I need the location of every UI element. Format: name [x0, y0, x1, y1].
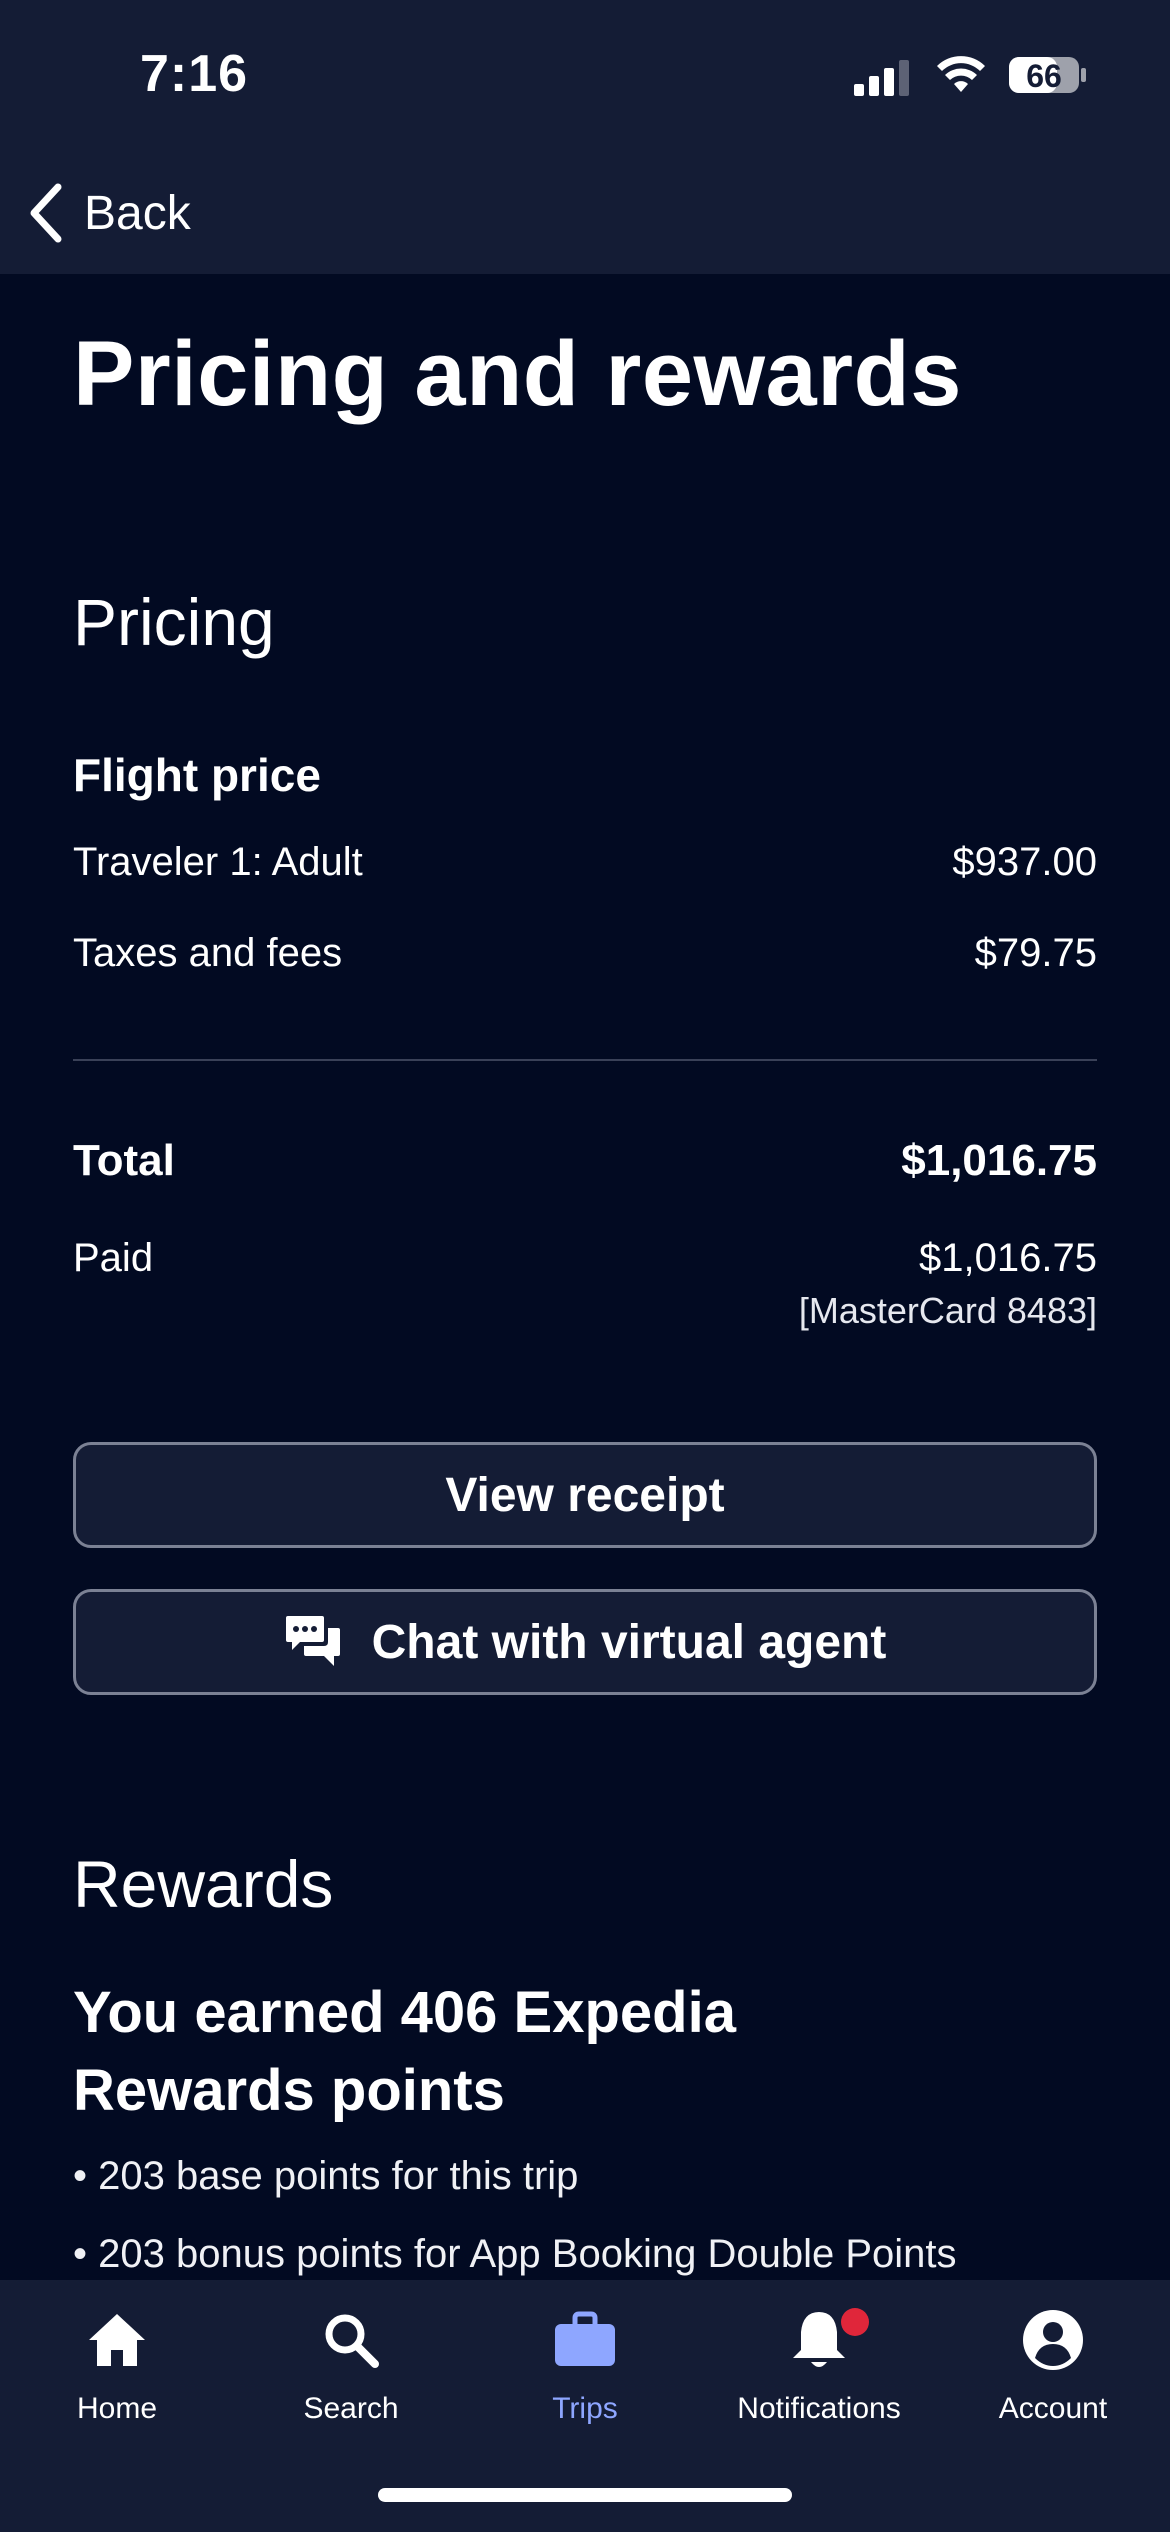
- notification-badge: [841, 2308, 869, 2336]
- wifi-icon: [937, 56, 985, 92]
- rewards-headline-line: Rewards points: [73, 2058, 505, 2123]
- navigation-bar: Back: [0, 150, 1170, 274]
- price-line-value: $79.75: [974, 931, 1097, 975]
- bell-icon: [793, 2312, 845, 2367]
- page-title: Pricing and rewards: [73, 323, 962, 425]
- tab-trips[interactable]: Trips: [468, 2300, 702, 2460]
- pricing-section-title: Pricing: [73, 585, 275, 659]
- battery-icon: 66: [1008, 56, 1088, 94]
- back-button[interactable]: Back: [26, 176, 191, 250]
- tab-label: Search: [303, 2392, 399, 2425]
- home-icon: [89, 2314, 145, 2366]
- tab-account[interactable]: Account: [936, 2300, 1170, 2460]
- rewards-section-title: Rewards: [73, 1847, 334, 1921]
- total-row: Total $1,016.75: [73, 1136, 1097, 1186]
- search-icon: [325, 2314, 379, 2368]
- price-line-traveler: Traveler 1: Adult $937.00: [73, 840, 1097, 885]
- account-icon: [1023, 2310, 1083, 2370]
- rewards-bullet: • 203 base points for this trip: [73, 2154, 579, 2198]
- divider: [73, 1059, 1097, 1061]
- battery-level: 66: [1026, 58, 1062, 94]
- tab-search[interactable]: Search: [234, 2300, 468, 2460]
- chat-virtual-agent-label: Chat with virtual agent: [371, 1615, 887, 1669]
- briefcase-icon: [555, 2311, 615, 2366]
- tab-notifications[interactable]: Notifications: [702, 2300, 936, 2460]
- total-label: Total: [73, 1136, 175, 1185]
- home-indicator: [378, 2488, 792, 2502]
- price-line-taxes: Taxes and fees $79.75: [73, 931, 1097, 976]
- price-line-label: Taxes and fees: [73, 931, 343, 975]
- payment-method: [MasterCard 8483]: [798, 1290, 1097, 1331]
- total-value: $1,016.75: [901, 1136, 1097, 1185]
- tab-label: Home: [76, 2392, 158, 2425]
- view-receipt-label: View receipt: [445, 1468, 725, 1522]
- tab-label: Account: [998, 2392, 1108, 2425]
- back-label: Back: [84, 186, 191, 240]
- rewards-headline-line: You earned 406 Expedia: [73, 1980, 736, 2045]
- paid-label: Paid: [73, 1236, 154, 1280]
- status-bar: 7:16 66: [0, 0, 1170, 150]
- chat-bubbles-icon: [285, 1616, 340, 1666]
- paid-row: Paid $1,016.75: [73, 1236, 1097, 1281]
- tab-label: Notifications: [737, 2392, 901, 2425]
- flight-price-label: Flight price: [73, 749, 321, 801]
- price-line-value: $937.00: [952, 840, 1097, 884]
- rewards-headline: You earned 406 Expedia Rewards points: [73, 1974, 973, 2130]
- status-time: 7:16: [140, 45, 249, 103]
- cellular-signal-icon: [854, 60, 909, 96]
- price-line-label: Traveler 1: Adult: [73, 840, 363, 884]
- tab-home[interactable]: Home: [0, 2300, 234, 2460]
- tab-label: Trips: [552, 2392, 618, 2425]
- chevron-left-icon: [30, 183, 62, 243]
- paid-value: $1,016.75: [919, 1236, 1097, 1280]
- rewards-bullet: • 203 bonus points for App Booking Doubl…: [73, 2232, 957, 2276]
- view-receipt-button[interactable]: View receipt: [73, 1442, 1097, 1548]
- chat-virtual-agent-button[interactable]: Chat with virtual agent: [73, 1589, 1097, 1695]
